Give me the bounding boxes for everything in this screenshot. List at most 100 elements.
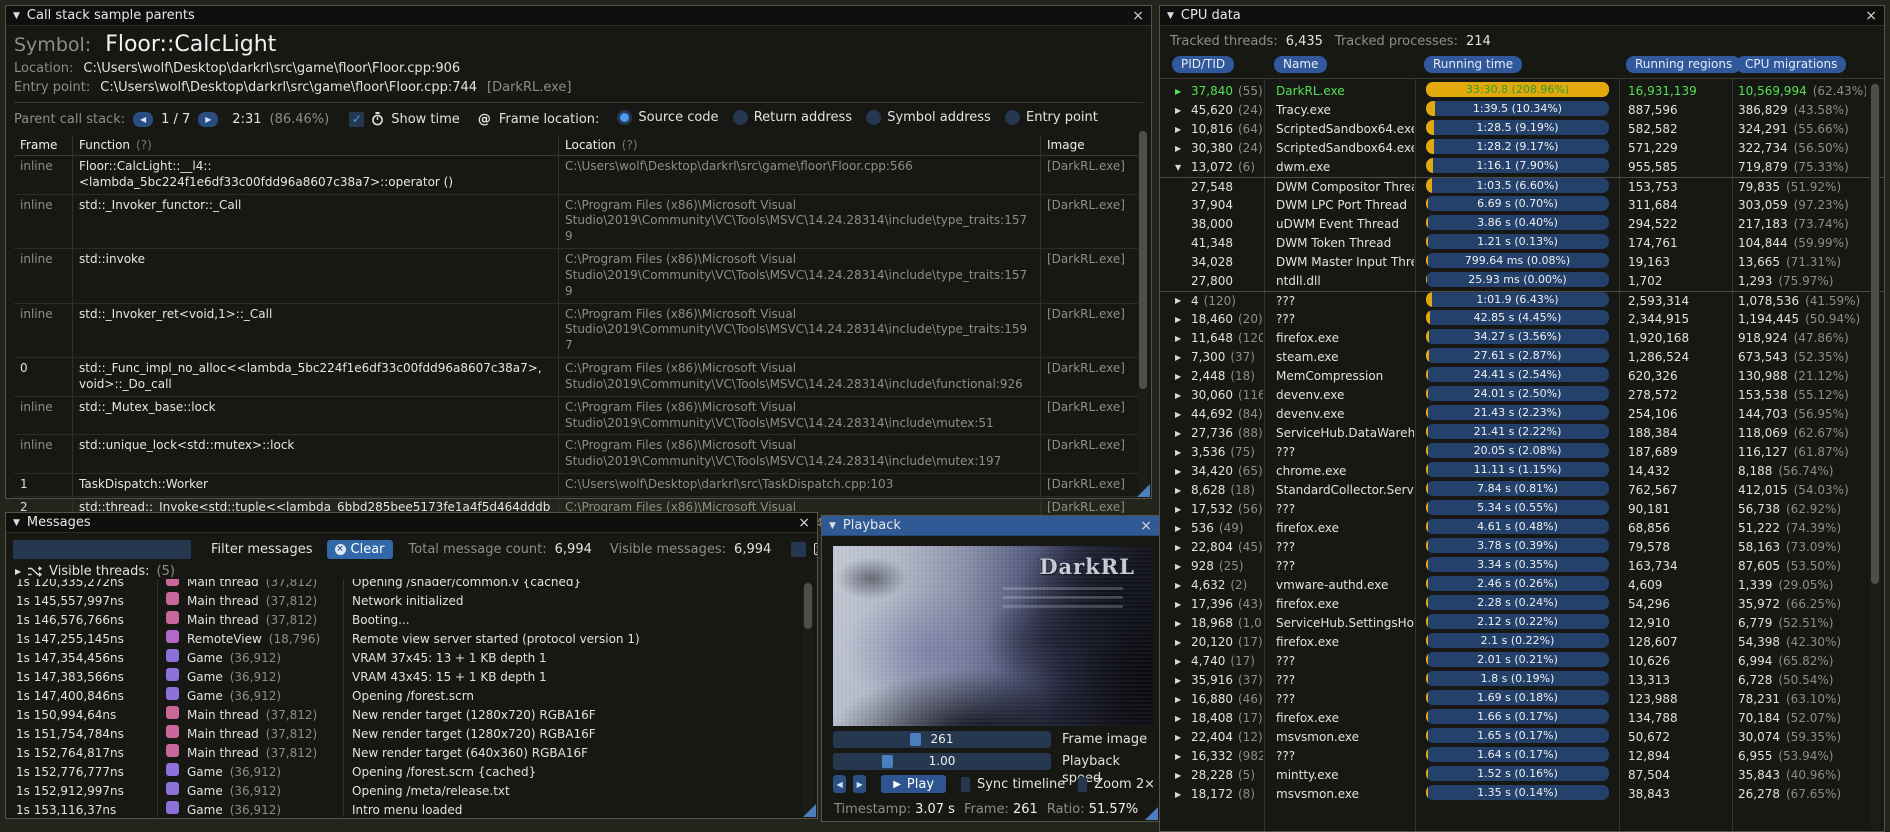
expand-arrow-icon[interactable]: ▶ [1175, 101, 1181, 120]
column-header-image[interactable]: Image [1040, 135, 1143, 155]
next-frame-button[interactable]: ▶ [853, 775, 867, 793]
cpu-table-row[interactable]: ▶ 536 (49) firefox.exe 4.61 s (0.48%) 68,… [1160, 519, 1884, 538]
column-header-running-time[interactable]: Running time [1424, 56, 1523, 73]
sync-timeline-checkbox[interactable] [961, 776, 970, 792]
message-row[interactable]: 1s 147,255,145ns RemoteView (18,796) Remo… [7, 630, 816, 649]
message-row[interactable]: 1s 120,335,272ns Main thread (37,812) Ope… [7, 579, 816, 592]
cpu-table-row[interactable]: ▶ 17,396 (43) firefox.exe 2.28 s (0.24%) … [1160, 595, 1884, 614]
collapse-icon[interactable]: ▼ [13, 11, 20, 21]
expand-arrow-icon[interactable]: ▶ [1175, 614, 1181, 633]
cpu-table-row[interactable]: ▶ 37,840 (55) DarkRL.exe 33:30.8 (208.96%… [1160, 82, 1884, 101]
column-header-function[interactable]: Function (?) [72, 135, 558, 155]
expand-arrow-icon[interactable]: ▶ [1175, 424, 1181, 443]
cpu-table-row[interactable]: ▶ 4 (120) ??? 1:01.9 (6.43%) 2,593,314 1,… [1160, 291, 1884, 310]
message-row[interactable]: 1s 147,400,846ns Game (36,912) Opening /f… [7, 687, 816, 706]
cpu-table-row[interactable]: ▶ 16,332(982) ??? 1.64 s (0.17%) 12,894 … [1160, 747, 1884, 766]
cpu-table-row[interactable]: ▶ 4,632 (2) vmware-authd.exe 2.46 s (0.26… [1160, 576, 1884, 595]
expand-arrow-icon[interactable]: ▶ [1175, 462, 1181, 481]
message-row[interactable]: 1s 153,116,37ns Game (36,912) Intro menu … [7, 801, 816, 817]
cpu-table-row[interactable]: ▶ 2,448 (18) MemCompression 24.41 s (2.54… [1160, 367, 1884, 386]
expand-arrow-icon[interactable]: ▶ [1175, 405, 1181, 424]
callstack-table-row[interactable]: inline std::_Invoker_functor::_Call C:\P… [14, 194, 1143, 250]
cpu-table-row[interactable]: ▶ 16,880 (46) ??? 1.69 s (0.18%) 123,988 … [1160, 690, 1884, 709]
close-icon[interactable]: × [1865, 9, 1877, 23]
cpu-table-row[interactable]: ▶ 17,532 (56) ??? 5.34 s (0.55%) 90,181 5… [1160, 500, 1884, 519]
frame-location-radio[interactable]: Return address [732, 109, 852, 125]
expand-arrow-icon[interactable]: ▶ [1175, 519, 1181, 538]
resize-grip[interactable] [1137, 484, 1150, 497]
expand-arrow-icon[interactable]: ▶ [1175, 652, 1181, 671]
scrollbar-thumb[interactable] [1139, 131, 1147, 389]
cpu-table-row[interactable]: ▶ 18,172 (8) msvsmon.exe 1.35 s (0.14%) 3… [1160, 785, 1884, 804]
message-row[interactable]: 1s 150,994,64ns Main thread (37,812) New … [7, 706, 816, 725]
expand-arrow-icon[interactable]: ▶ [1175, 690, 1181, 709]
callstack-table-row[interactable]: inline std::unique_lock<std::mutex>::loc… [14, 435, 1143, 475]
filter-input[interactable] [13, 539, 191, 559]
cpu-table-row[interactable]: ▶ 4,740 (17) ??? 2.01 s (0.21%) 10,626 6,… [1160, 652, 1884, 671]
cpu-table-row[interactable]: ▼ 13,072 (6) dwm.exe 1:16.1 (7.90%) 955,5… [1160, 158, 1884, 177]
message-row[interactable]: 1s 152,764,817ns Main thread (37,812) New… [7, 744, 816, 763]
vertical-scrollbar[interactable] [803, 581, 813, 817]
close-icon[interactable]: × [1132, 9, 1144, 23]
message-row[interactable]: 1s 147,354,456ns Game (36,912) VRAM 37x45… [7, 649, 816, 668]
cpu-table-row[interactable]: ▶ 34,420 (65) chrome.exe 11.11 s (1.15%) … [1160, 462, 1884, 481]
next-callstack-button[interactable]: ▶ [198, 111, 219, 127]
expand-arrow-icon[interactable]: ▶ [1175, 633, 1181, 652]
callstack-table-row[interactable]: inline std::_Invoker_ret<void,1>::_Call … [14, 303, 1143, 359]
frame-image-slider[interactable]: 261 [833, 731, 1051, 748]
expand-arrow-icon[interactable]: ▶ [1175, 785, 1181, 804]
column-header-pid-tid[interactable]: PID/TID [1172, 56, 1235, 73]
prev-frame-button[interactable]: ◀ [833, 775, 847, 793]
expand-arrow-icon[interactable]: ▶ [1175, 557, 1181, 576]
callstack-table-row[interactable]: inline Floor::CalcLight::__l4::<lambda_5… [14, 156, 1143, 195]
collapse-icon[interactable]: ▼ [13, 518, 20, 528]
cpu-table-row[interactable]: ▶ 28,228 (5) mintty.exe 1.52 s (0.16%) 87… [1160, 766, 1884, 785]
cpu-data-titlebar[interactable]: ▼ CPU data × [1160, 6, 1884, 26]
resize-grip[interactable] [803, 804, 816, 817]
expand-arrow-icon[interactable]: ▶ [1175, 310, 1181, 329]
play-button[interactable]: ▶ Play [881, 775, 947, 793]
frame-location-radio[interactable]: Source code [617, 109, 719, 125]
message-row[interactable]: 1s 152,912,997ns Game (36,912) Opening /m… [7, 782, 816, 801]
playback-titlebar[interactable]: ▼ Playback × [822, 516, 1159, 536]
expand-arrow-icon[interactable]: ▶ [15, 567, 21, 576]
callstack-table-row[interactable]: inline std::invoke C:\Program Files (x86… [14, 249, 1143, 304]
cpu-table-row[interactable]: ▶ 30,060 (116) devenv.exe 24.01 s (2.50%)… [1160, 386, 1884, 405]
expand-arrow-icon[interactable]: ▶ [1175, 538, 1181, 557]
message-row[interactable]: 1s 152,776,777ns Game (36,912) Opening /f… [7, 763, 816, 782]
cpu-table-row[interactable]: 38,000 uDWM Event Thread 3.86 s (0.40%) … [1160, 215, 1884, 234]
cpu-table-row[interactable]: 34,028 DWM Master Input Thread 799.64 ms… [1160, 253, 1884, 272]
callstack-table-row[interactable]: inline std::_Mutex_base::lock C:\Program… [14, 396, 1143, 436]
column-header-location[interactable]: Location (?) [558, 135, 1040, 155]
callstack-table-row[interactable]: 1 TaskDispatch::Worker C:\Users\wolf\Des… [14, 474, 1143, 497]
message-row[interactable]: 1s 146,576,766ns Main thread (37,812) Boo… [7, 611, 816, 630]
messages-titlebar[interactable]: ▼ Messages × [6, 513, 817, 533]
message-row[interactable]: 1s 147,383,566ns Game (36,912) VRAM 43x45… [7, 668, 816, 687]
message-row[interactable]: 1s 145,557,997ns Main thread (37,812) Net… [7, 592, 816, 611]
cpu-table-row[interactable]: ▶ 7,300 (37) steam.exe 27.61 s (2.87%) 1,… [1160, 348, 1884, 367]
close-icon[interactable]: × [798, 516, 810, 530]
expand-arrow-icon[interactable]: ▼ [1175, 158, 1181, 177]
cpu-table-row[interactable]: ▶ 22,404 (12) msvsmon.exe 1.65 s (0.17%) … [1160, 728, 1884, 747]
collapse-icon[interactable]: ▼ [829, 521, 836, 531]
cpu-table-row[interactable]: 27,548 DWM Compositor Thread 1:03.5 (6.6… [1160, 177, 1884, 196]
resize-grip[interactable] [1145, 807, 1158, 820]
cpu-table-row[interactable]: ▶ 11,648 (120) firefox.exe 34.27 s (3.56%… [1160, 329, 1884, 348]
expand-arrow-icon[interactable]: ▶ [1175, 728, 1181, 747]
cpu-table-row[interactable]: ▶ 8,628(18) StandardCollector.Service.e … [1160, 481, 1884, 500]
message-row[interactable]: 1s 151,754,784ns Main thread (37,812) New… [7, 725, 816, 744]
cpu-table-row[interactable]: ▶ 44,692 (84) devenv.exe 21.43 s (2.23%) … [1160, 405, 1884, 424]
expand-arrow-icon[interactable]: ▶ [1175, 709, 1181, 728]
show-images-checkbox[interactable] [791, 541, 807, 557]
expand-arrow-icon[interactable]: ▶ [1175, 120, 1181, 139]
callstack-table-row[interactable]: 0 std::_Func_impl_no_alloc<<lambda_5bc22… [14, 358, 1143, 397]
expand-arrow-icon[interactable]: ▶ [1175, 747, 1181, 766]
expand-arrow-icon[interactable]: ▶ [1175, 367, 1181, 386]
expand-arrow-icon[interactable]: ▶ [1175, 329, 1181, 348]
cpu-table-row[interactable]: 41,348 DWM Token Thread 1.21 s (0.13%) 1… [1160, 234, 1884, 253]
expand-arrow-icon[interactable]: ▶ [1175, 348, 1181, 367]
visible-threads-label[interactable]: Visible threads: [49, 564, 149, 579]
show-time-checkbox[interactable]: ✓ [349, 111, 365, 127]
zoom-2x-checkbox[interactable] [1078, 776, 1088, 792]
cpu-table-row[interactable]: 27,800 ntdll.dll 25.93 ms (0.00%) 1,702 … [1160, 272, 1884, 291]
